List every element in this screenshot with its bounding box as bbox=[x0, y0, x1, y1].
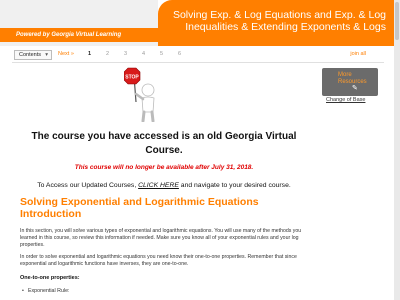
page-link-6[interactable]: 6 bbox=[178, 51, 196, 57]
page-link-5[interactable]: 5 bbox=[160, 51, 178, 57]
header-stripe bbox=[0, 0, 158, 26]
scrollbar-thumb[interactable] bbox=[395, 2, 399, 40]
page-link-1[interactable]: 1 bbox=[88, 51, 106, 57]
more-resources-box[interactable]: More Resources ✎ bbox=[322, 68, 378, 96]
old-course-heading: The course you have accessed is an old G… bbox=[31, 131, 297, 156]
intro-paragraph-2: In order to solve exponential and logari… bbox=[20, 254, 297, 267]
contents-dropdown[interactable]: Contents ▾ bbox=[14, 50, 52, 60]
vertical-scrollbar[interactable] bbox=[394, 0, 400, 300]
section-heading: Solving Exponential and Logarithmic Equa… bbox=[20, 196, 259, 220]
page-numbers: 1 2 3 4 5 6 bbox=[88, 51, 196, 57]
page-link-2[interactable]: 2 bbox=[106, 51, 124, 57]
contents-label: Contents bbox=[19, 52, 42, 58]
one-to-one-heading: One-to-one properties: bbox=[20, 275, 80, 281]
click-here-link[interactable]: CLICK HERE bbox=[138, 182, 179, 189]
intro-paragraph-1: In this section, you will solve various … bbox=[20, 228, 302, 248]
page-link-3[interactable]: 3 bbox=[124, 51, 142, 57]
chevron-down-icon: ▾ bbox=[45, 52, 48, 58]
next-link[interactable]: Next » bbox=[58, 51, 74, 57]
join-all-link[interactable]: join all bbox=[350, 51, 366, 57]
change-of-base-link[interactable]: Change of Base bbox=[326, 97, 365, 103]
access-prefix: To Access our Updated Courses, bbox=[37, 182, 137, 189]
stop-sign-figure-icon: STOP bbox=[124, 67, 155, 122]
header-title-panel: Solving Exp. & Log Equations and Exp. & … bbox=[158, 0, 400, 46]
header-left-panel: Powered by Georgia Virtual Learning bbox=[0, 0, 158, 46]
brand-banner: Powered by Georgia Virtual Learning bbox=[0, 28, 158, 42]
lesson-nav: Contents ▾ Next » 1 2 3 4 5 6 join all bbox=[14, 50, 384, 62]
nav-divider bbox=[12, 62, 384, 63]
page-header: Powered by Georgia Virtual Learning Solv… bbox=[0, 0, 400, 46]
availability-notice: This course will no longer be available … bbox=[74, 164, 254, 171]
svg-text:STOP: STOP bbox=[125, 75, 139, 81]
exponential-rule-bullet: Exponential Rule: bbox=[22, 288, 69, 294]
page-link-4[interactable]: 4 bbox=[142, 51, 160, 57]
access-line: To Access our Updated Courses, CLICK HER… bbox=[14, 182, 314, 189]
page-title: Solving Exp. & Log Equations and Exp. & … bbox=[172, 9, 386, 33]
access-suffix: and navigate to your desired course. bbox=[180, 182, 291, 189]
pushpin-icon: ✎ bbox=[352, 85, 358, 92]
more-resources-label: More Resources bbox=[338, 72, 367, 85]
